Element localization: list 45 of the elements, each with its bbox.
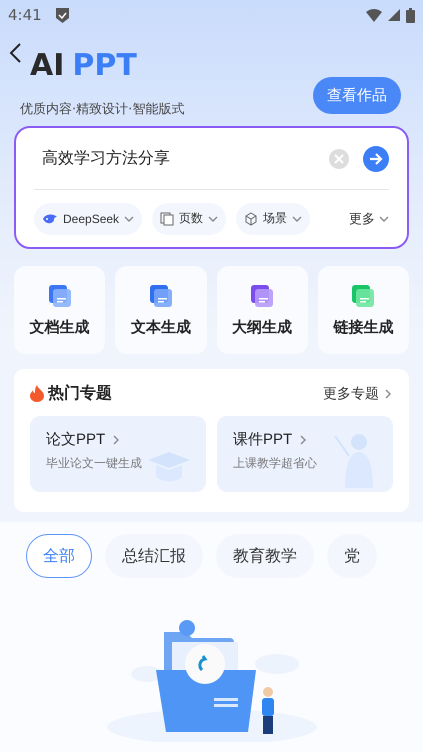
tool-button[interactable]: 文档生成 — [14, 266, 106, 354]
category-tab[interactable]: 党 — [327, 534, 377, 578]
folder-icon — [46, 284, 73, 308]
topic-subtitle: 毕业论文一键生成 — [46, 455, 143, 472]
back-icon[interactable] — [8, 42, 22, 64]
topic-card[interactable]: 论文PPT 毕业论文一键生成 — [30, 416, 206, 492]
chevron-right-icon — [298, 434, 308, 444]
wifi-icon — [366, 8, 382, 22]
status-time: 4:41 — [8, 6, 42, 24]
option-dropdown[interactable]: 页数 — [152, 202, 226, 234]
topic-title: 论文PPT — [46, 430, 190, 449]
chevron-down-icon — [208, 214, 218, 224]
more-topics-link[interactable]: 更多专题 — [323, 384, 393, 402]
battery-icon — [406, 8, 415, 22]
tool-button[interactable]: 链接生成 — [318, 266, 409, 354]
flame-icon — [30, 385, 44, 402]
tool-button[interactable]: 文本生成 — [115, 266, 206, 354]
topic-title: 课件PPT — [233, 430, 377, 449]
option-dropdown[interactable]: DeepSeek — [34, 202, 142, 234]
topic-card[interactable]: 课件PPT 上课教学超省心 — [217, 416, 393, 492]
category-tab[interactable]: 全部 — [26, 534, 92, 578]
chevron-right-icon — [111, 434, 122, 444]
signal-icon — [388, 9, 400, 21]
topic-input-field[interactable]: 高效学习方法分享 — [34, 148, 315, 169]
pages-icon — [160, 212, 174, 226]
app-title-accent: PPT — [72, 48, 137, 83]
chevron-down-icon — [124, 214, 134, 224]
chevron-right-icon — [383, 388, 393, 398]
word-document-icon — [148, 284, 174, 308]
category-tab[interactable]: 教育教学 — [216, 534, 314, 578]
link-icon — [350, 284, 376, 308]
app-title: AI — [30, 48, 64, 83]
shield-icon — [56, 8, 69, 22]
more-options-button[interactable]: 更多 — [349, 210, 389, 228]
option-dropdown[interactable]: 场景 — [236, 202, 310, 234]
cube-icon — [244, 212, 258, 226]
chevron-down-icon — [292, 214, 302, 224]
whale-icon — [42, 212, 58, 226]
tool-button[interactable]: 大纲生成 — [216, 266, 308, 354]
category-tab[interactable]: 总结汇报 — [105, 534, 203, 578]
outline-document-icon — [249, 284, 276, 308]
section-title: 热门专题 — [48, 383, 112, 404]
tagline: 优质内容·精致设计·智能版式 — [20, 101, 184, 118]
chevron-down-icon — [379, 214, 389, 224]
topic-subtitle: 上课教学超省心 — [233, 455, 318, 472]
